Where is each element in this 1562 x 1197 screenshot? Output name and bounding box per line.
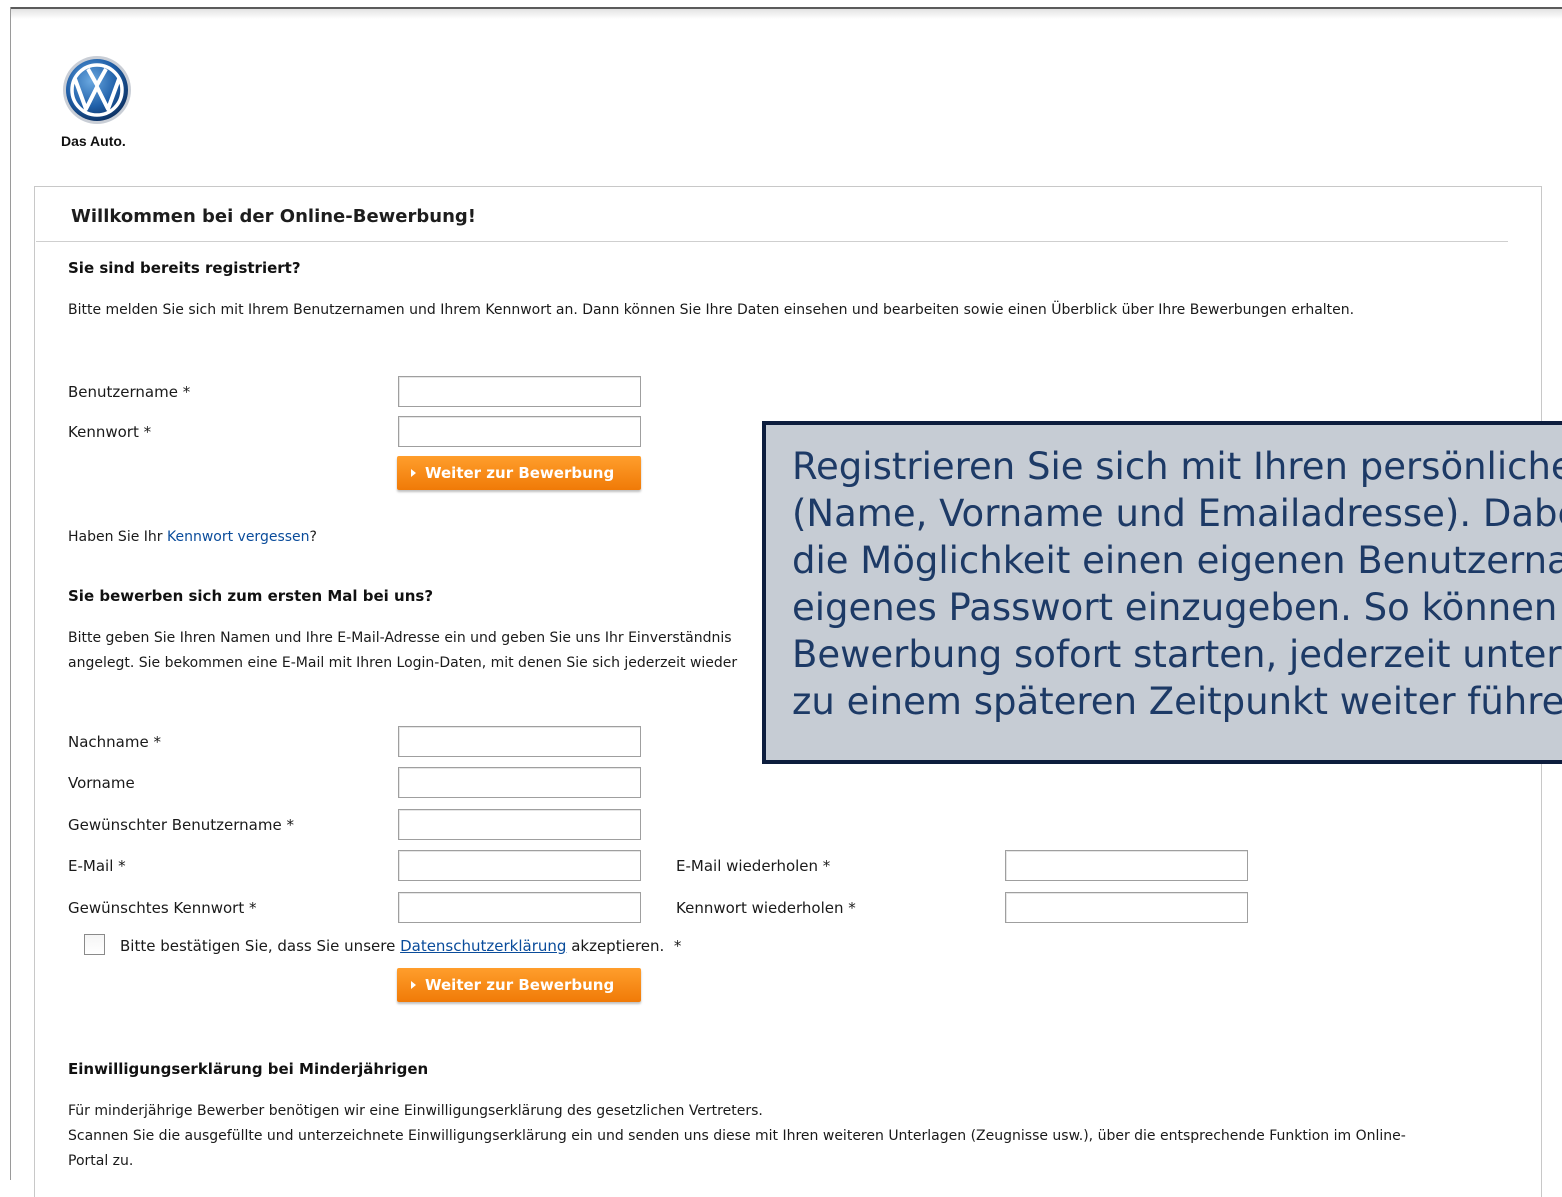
window-top-shadow [10, 9, 1562, 19]
privacy-consent-text: Bitte bestätigen Sie, dass Sie unsere Da… [120, 937, 681, 955]
privacy-suffix: akzeptieren. [566, 937, 665, 955]
login-submit-button[interactable]: Weiter zur Bewerbung [397, 456, 641, 490]
register-intro-line1: Bitte geben Sie Ihren Namen und Ihre E-M… [68, 630, 732, 646]
register-submit-label: Weiter zur Bewerbung [425, 976, 615, 994]
firstname-input[interactable] [398, 767, 641, 798]
login-heading: Sie sind bereits registriert? [68, 259, 301, 277]
email-repeat-label: E-Mail wiederholen * [676, 857, 831, 875]
minors-line2: Scannen Sie die ausgefüllte und unterzei… [68, 1128, 1406, 1144]
forgot-password-link[interactable]: Kennwort vergessen [167, 529, 310, 545]
desired-username-input[interactable] [398, 809, 641, 840]
email-label: E-Mail * [68, 857, 126, 875]
email-repeat-input[interactable] [1005, 850, 1248, 881]
login-username-input[interactable] [398, 376, 641, 407]
lastname-label: Nachname * [68, 733, 161, 751]
info-callout-text: Registrieren Sie sich mit Ihren persönli… [792, 445, 1562, 723]
minors-heading: Einwilligungserklärung bei Minderjährige… [68, 1060, 429, 1078]
desired-password-label: Gewünschtes Kennwort * [68, 899, 257, 917]
minors-line1: Für minderjährige Bewerber benötigen wir… [68, 1103, 763, 1119]
forgot-prefix: Haben Sie Ihr [68, 529, 167, 545]
vw-logo-icon[interactable] [62, 55, 132, 125]
window-left-border [10, 7, 11, 1180]
login-username-label: Benutzername * [68, 383, 191, 401]
login-submit-label: Weiter zur Bewerbung [425, 464, 615, 482]
register-submit-button[interactable]: Weiter zur Bewerbung [397, 968, 641, 1002]
arrow-right-icon [411, 981, 416, 989]
page-title: Willkommen bei der Online-Bewerbung! [71, 206, 476, 227]
login-intro: Bitte melden Sie sich mit Ihrem Benutzer… [68, 302, 1355, 318]
login-password-label: Kennwort * [68, 423, 152, 441]
forgot-password-line: Haben Sie Ihr Kennwort vergessen? [68, 529, 317, 545]
privacy-checkbox[interactable] [84, 934, 105, 955]
desired-password-input[interactable] [398, 892, 641, 923]
desired-username-label: Gewünschter Benutzername * [68, 816, 294, 834]
required-marker: * [673, 937, 682, 955]
email-input[interactable] [398, 850, 641, 881]
password-repeat-label: Kennwort wiederholen * [676, 899, 856, 917]
register-heading: Sie bewerben sich zum ersten Mal bei uns… [68, 587, 434, 605]
privacy-policy-link[interactable]: Datenschutzerklärung [400, 937, 566, 955]
title-divider [36, 241, 1508, 242]
brand-tagline: Das Auto. [61, 133, 126, 149]
forgot-suffix: ? [309, 529, 317, 545]
lastname-input[interactable] [398, 726, 641, 757]
privacy-prefix: Bitte bestätigen Sie, dass Sie unsere [120, 937, 401, 955]
firstname-label: Vorname [68, 774, 135, 792]
register-intro-line2: angelegt. Sie bekommen eine E-Mail mit I… [68, 655, 738, 671]
info-callout: Registrieren Sie sich mit Ihren persönli… [762, 421, 1562, 764]
password-repeat-input[interactable] [1005, 892, 1248, 923]
minors-line3: Portal zu. [68, 1153, 134, 1169]
login-password-input[interactable] [398, 416, 641, 447]
arrow-right-icon [411, 469, 416, 477]
